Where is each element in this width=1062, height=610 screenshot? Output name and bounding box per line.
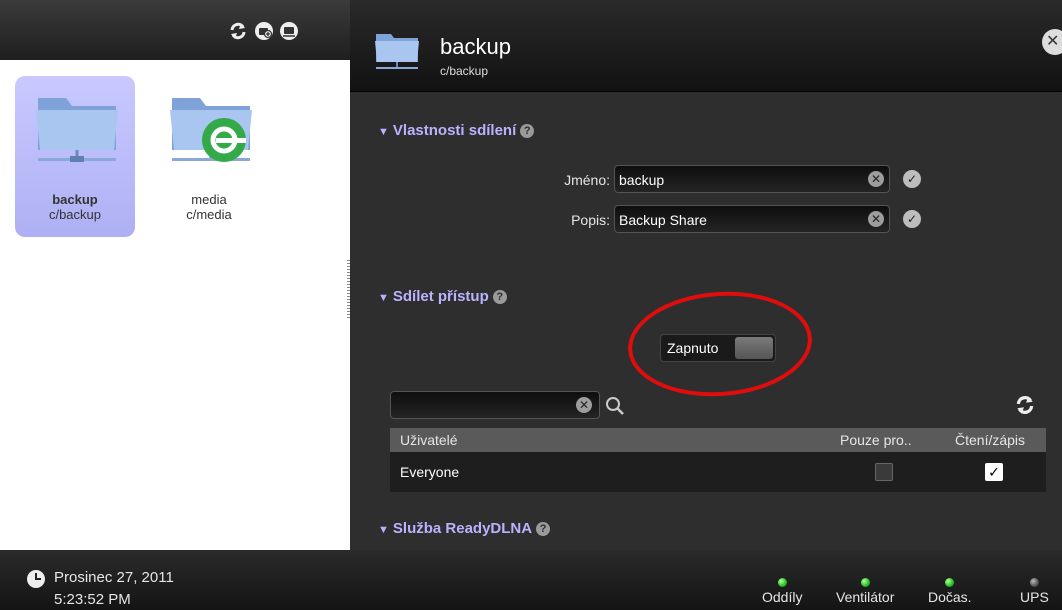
share-item-media[interactable]: media c/media	[149, 76, 269, 237]
help-icon[interactable]: ?	[536, 522, 551, 537]
share-name: media	[191, 192, 227, 207]
section-properties-toggle[interactable]: ▼ Vlastnosti sdílení?	[378, 122, 535, 139]
network-folder-icon	[36, 98, 118, 162]
annotation-circle	[624, 285, 816, 403]
shares-panel: backup c/backup media c/media	[0, 0, 350, 550]
section-dlna-title: Služba ReadyDLNA	[392, 520, 533, 537]
section-access-toggle[interactable]: ▼ Sdílet přístup?	[378, 288, 507, 305]
section-dlna-toggle[interactable]: ▼ Služba ReadyDLNA?	[378, 520, 551, 537]
share-name: backup	[52, 192, 98, 207]
section-properties-title: Vlastnosti sdílení	[392, 122, 517, 139]
status-led-icon	[945, 578, 955, 587]
clock-icon	[27, 570, 45, 588]
status-led-icon	[777, 578, 787, 587]
media-network-folder-icon	[170, 98, 252, 162]
share-path: c/backup	[48, 207, 102, 222]
table-row: Everyone ✓	[390, 452, 1046, 492]
share-path: c/media	[186, 207, 232, 222]
status-led-icon	[1029, 578, 1039, 587]
add-share-icon[interactable]	[254, 21, 274, 41]
clear-icon[interactable]: ✕	[576, 397, 592, 413]
collapse-triangle-icon: ▼	[378, 126, 389, 138]
column-header-read-only[interactable]: Pouze pro..	[840, 432, 912, 448]
description-field[interactable]: ✕	[614, 205, 890, 233]
table-header: Uživatelé Pouze pro.. Čtení/zápis	[390, 428, 1046, 452]
detail-header: backup c/backup ✕	[350, 0, 1062, 92]
read-only-checkbox[interactable]	[875, 463, 893, 481]
detail-subtitle: c/backup	[440, 64, 489, 78]
status-led-icon	[860, 578, 870, 587]
name-label: Jméno:	[564, 172, 610, 188]
confirm-check-icon[interactable]: ✓	[903, 170, 921, 188]
read-write-checkbox[interactable]: ✓	[985, 463, 1003, 481]
indicator-fan[interactable]: Ventilátor	[836, 578, 894, 605]
user-search-field[interactable]: ✕	[390, 391, 600, 419]
status-bar: Prosinec 27, 2011 5:23:52 PM Oddíly Vent…	[0, 550, 1062, 610]
column-header-users[interactable]: Uživatelé	[400, 432, 458, 448]
detail-title: backup	[440, 34, 511, 59]
description-label: Popis:	[571, 212, 610, 228]
indicator-volumes[interactable]: Oddíly	[762, 578, 802, 605]
close-icon[interactable]: ✕	[1042, 29, 1062, 55]
section-access-title: Sdílet přístup	[392, 288, 489, 305]
shares-toolbar	[0, 0, 350, 60]
user-name: Everyone	[400, 464, 460, 480]
name-input[interactable]	[619, 170, 859, 190]
status-date: Prosinec 27, 2011	[54, 569, 174, 586]
help-icon[interactable]: ?	[520, 124, 535, 139]
collapse-triangle-icon: ▼	[378, 524, 389, 536]
user-access-table: Uživatelé Pouze pro.. Čtení/zápis Everyo…	[390, 428, 1046, 492]
indicator-label: Dočas.	[928, 589, 972, 605]
share-item-backup[interactable]: backup c/backup	[15, 76, 135, 237]
column-header-read-write[interactable]: Čtení/zápis	[955, 432, 1025, 448]
share-detail-panel: backup c/backup ✕ ▼ Vlastnosti sdílení? J…	[350, 0, 1062, 550]
user-search-input[interactable]	[395, 396, 570, 416]
help-icon[interactable]: ?	[492, 290, 507, 305]
indicator-temperature[interactable]: Dočas.	[928, 578, 972, 605]
indicator-label: Oddíly	[762, 589, 803, 605]
status-time: 5:23:52 PM	[54, 591, 131, 608]
confirm-check-icon[interactable]: ✓	[903, 210, 921, 228]
clear-icon[interactable]: ✕	[868, 171, 884, 187]
collapse-triangle-icon: ▼	[378, 292, 389, 304]
indicator-label: UPS	[1020, 589, 1049, 605]
clear-icon[interactable]: ✕	[868, 211, 884, 227]
refresh-icon[interactable]	[228, 21, 248, 41]
indicator-label: Ventilátor	[836, 589, 895, 605]
search-icon[interactable]	[604, 395, 626, 417]
network-folder-icon	[375, 34, 419, 69]
share-settings-icon[interactable]	[279, 21, 299, 41]
refresh-icon[interactable]	[1014, 394, 1036, 416]
name-field[interactable]: ✕	[614, 165, 890, 193]
description-input[interactable]	[619, 210, 859, 230]
indicator-ups[interactable]: UPS	[1020, 578, 1049, 605]
